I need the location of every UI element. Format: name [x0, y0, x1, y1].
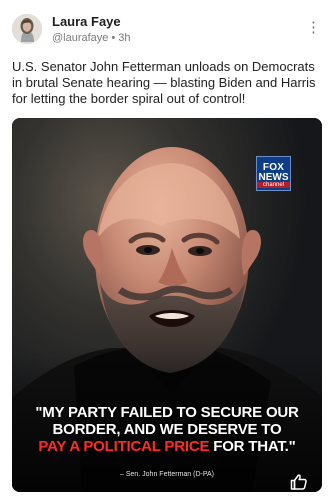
author-name[interactable]: Laura Faye: [52, 14, 121, 29]
quote-line-3: PAY A POLITICAL PRICE FOR THAT.": [29, 438, 305, 455]
quote-credit: – Sen. John Fetterman (D-PA): [119, 471, 215, 478]
quote-line-3-rest: FOR THAT.": [209, 438, 296, 455]
author-meta: @laurafaye • 3h: [52, 32, 131, 45]
quote-highlight: PAY A POLITICAL PRICE: [38, 438, 210, 455]
quote-line-2: BORDER, AND WE DESERVE TO: [52, 421, 282, 438]
social-post: Laura Faye @laurafaye • 3h ⋮ U.S. Senator …: [0, 0, 334, 500]
author-avatar[interactable]: [12, 14, 42, 44]
meta-separator: •: [111, 32, 116, 44]
more-options-button[interactable]: ⋮: [306, 18, 321, 38]
author-handle[interactable]: @laurafaye: [52, 32, 108, 44]
post-text: U.S. Senator John Fetterman unloads on D…: [12, 59, 316, 106]
fox-news-logo: FOX NEWS channel: [256, 156, 291, 191]
quote-line-1: "MY PARTY FAILED TO SECURE OUR: [35, 404, 299, 421]
fox-news-logo-line3: channel: [257, 182, 290, 188]
thumbs-up-icon[interactable]: [289, 472, 309, 492]
post-time[interactable]: 3h: [118, 32, 130, 44]
more-vertical-icon: ⋮: [306, 19, 321, 36]
post-header: Laura Faye @laurafaye • 3h ⋮: [0, 0, 334, 56]
post-image[interactable]: FOX NEWS channel "MY PARTY FAILED TO SEC…: [12, 118, 322, 492]
image-quote: "MY PARTY FAILED TO SECURE OUR BORDER, A…: [29, 404, 305, 455]
